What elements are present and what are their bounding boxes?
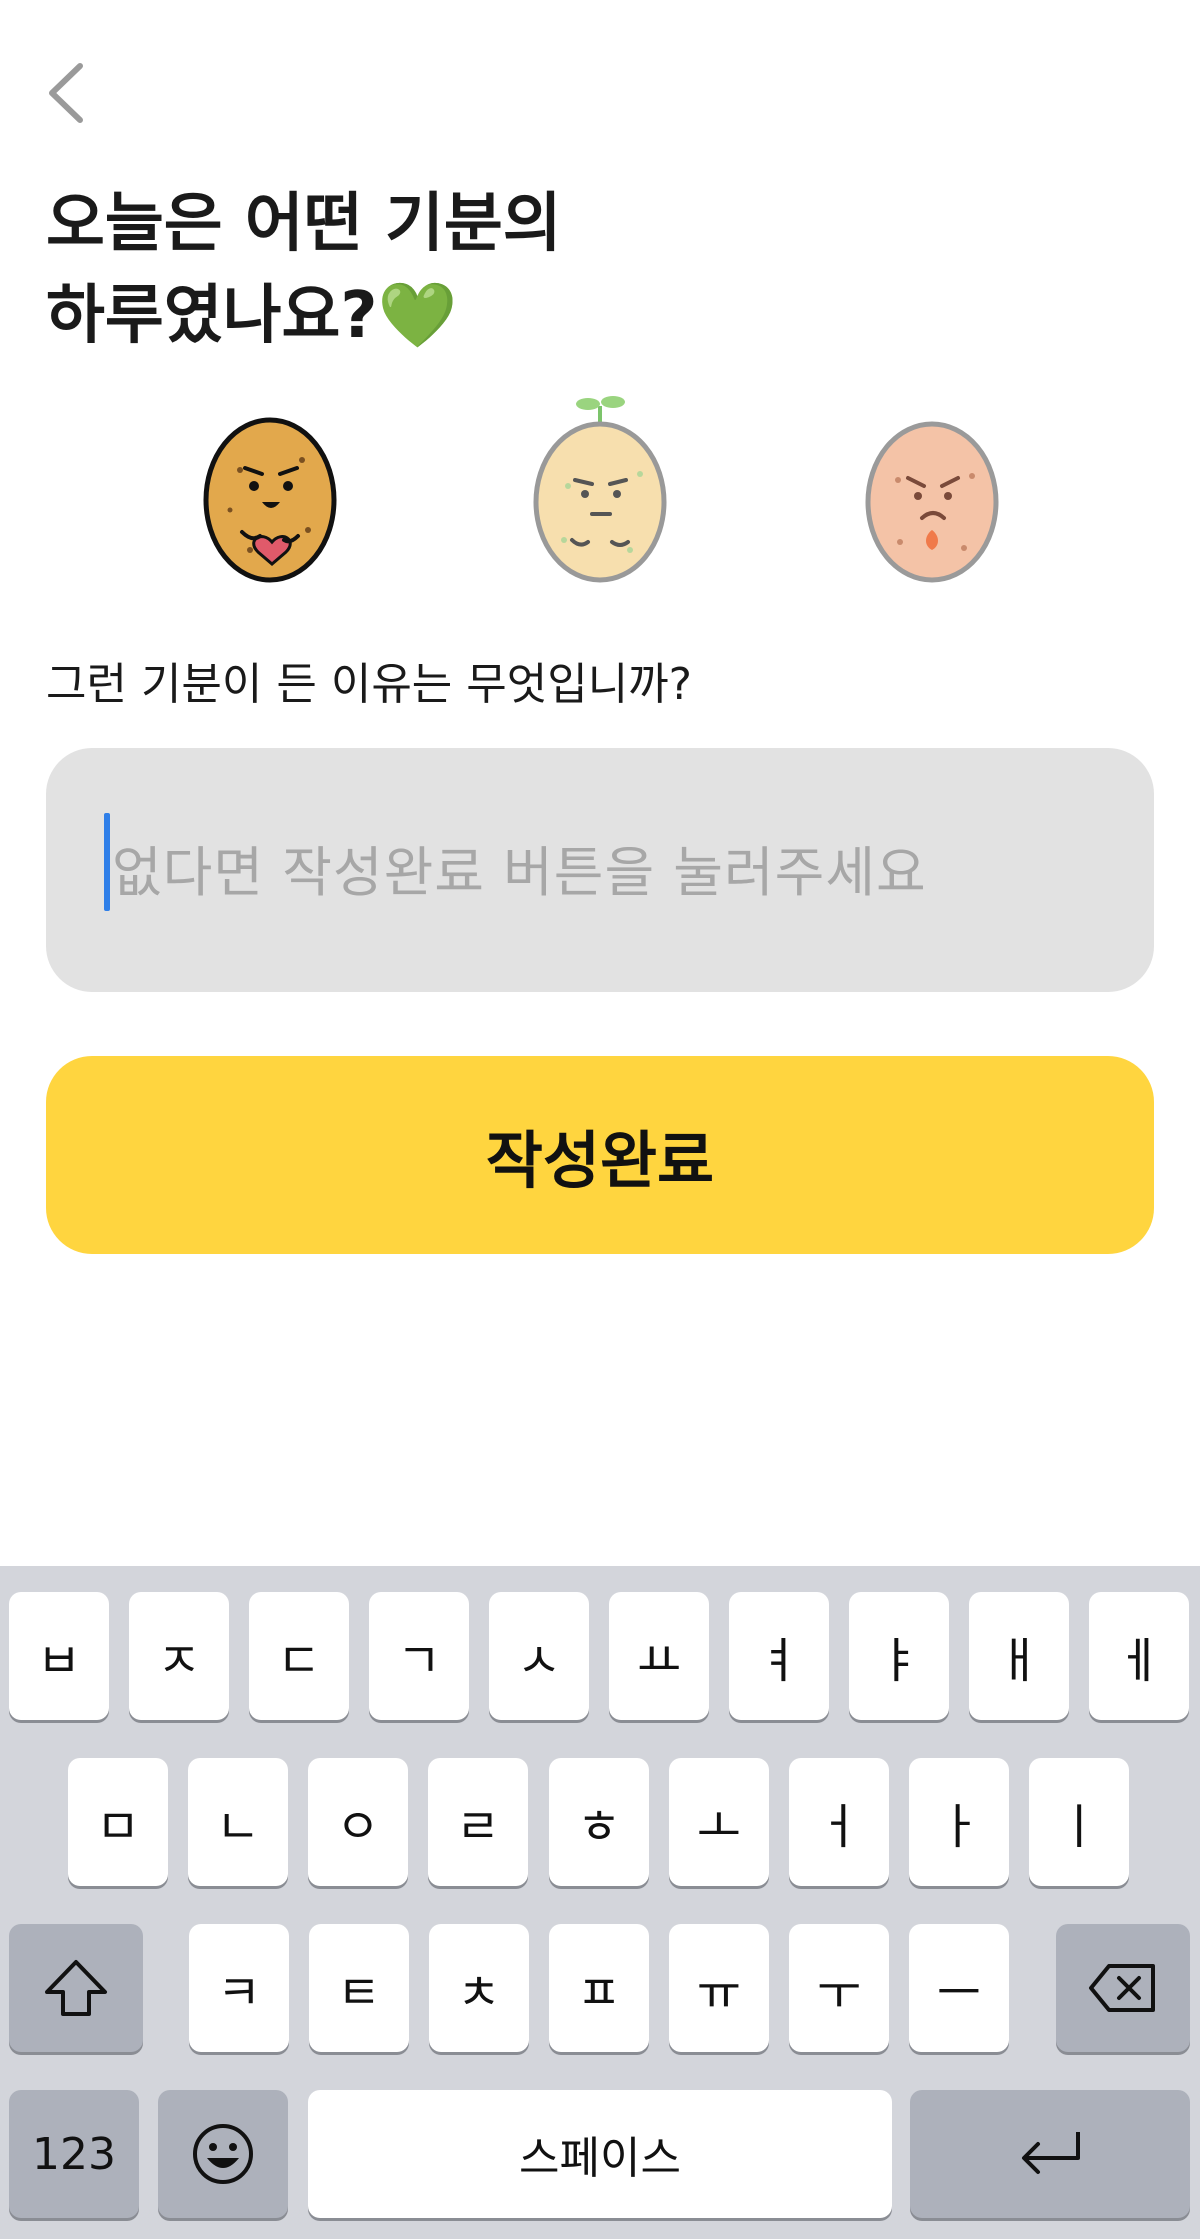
delete-key[interactable]	[1056, 1924, 1190, 2052]
key[interactable]: ㅍ	[549, 1924, 649, 2052]
key[interactable]: ㅅ	[489, 1592, 589, 1720]
mood-happy-option[interactable]	[190, 390, 350, 590]
neutral-potato-icon	[533, 396, 667, 583]
emoji-icon	[193, 2124, 253, 2184]
key[interactable]: ㅊ	[429, 1924, 529, 2052]
keyboard: ㅂ ㅈ ㄷ ㄱ ㅅ ㅛ ㅕ ㅑ ㅐ ㅔ ㅁ ㄴ ㅇ ㄹ ㅎ ㅗ ㅓ ㅏ ㅣ ㅋ …	[0, 1566, 1200, 2239]
space-key[interactable]: 스페이스	[308, 2090, 892, 2218]
title-line-1: 오늘은 어떤 기분의	[46, 187, 562, 261]
return-key[interactable]	[910, 2090, 1190, 2218]
shift-icon	[45, 1960, 107, 2016]
key[interactable]: ㅎ	[549, 1758, 649, 1886]
chevron-left-icon	[49, 63, 83, 123]
key[interactable]: ㅣ	[1029, 1758, 1129, 1886]
mood-neutral-option[interactable]	[520, 390, 680, 590]
shift-key[interactable]	[9, 1924, 143, 2052]
angry-potato-icon	[865, 421, 999, 583]
key[interactable]: ㅜ	[789, 1924, 889, 2052]
submit-button[interactable]: 작성완료	[46, 1056, 1154, 1254]
key[interactable]: ㅂ	[9, 1592, 109, 1720]
key[interactable]: ㅑ	[849, 1592, 949, 1720]
mood-angry-option[interactable]	[852, 390, 1012, 590]
key[interactable]: ㅏ	[909, 1758, 1009, 1886]
key[interactable]: ㄷ	[249, 1592, 349, 1720]
key[interactable]: ㅈ	[129, 1592, 229, 1720]
key[interactable]: ㅛ	[609, 1592, 709, 1720]
backspace-icon	[1089, 1964, 1155, 2012]
key[interactable]: ㅔ	[1089, 1592, 1189, 1720]
page-title: 오늘은 어떤 기분의 하루였나요?💚	[46, 178, 1046, 362]
mood-selector	[0, 390, 1200, 590]
reason-input-placeholder: 없다면 작성완료 버튼을 눌러주세요	[112, 841, 927, 904]
key[interactable]: ㄹ	[428, 1758, 528, 1886]
key[interactable]: ㅠ	[669, 1924, 769, 2052]
key[interactable]: ㅌ	[309, 1924, 409, 2052]
text-cursor	[104, 813, 110, 911]
title-line-2: 하루였나요?	[46, 279, 378, 353]
key[interactable]: ㅇ	[308, 1758, 408, 1886]
key[interactable]: ㅐ	[969, 1592, 1069, 1720]
numbers-key[interactable]: 123	[9, 2090, 139, 2218]
green-heart-icon: 💚	[377, 279, 458, 353]
key[interactable]: ㅁ	[68, 1758, 168, 1886]
key[interactable]: ㅕ	[729, 1592, 829, 1720]
key[interactable]: ㄱ	[369, 1592, 469, 1720]
happy-potato-icon	[203, 417, 337, 583]
reason-question: 그런 기분이 든 이유는 무엇입니까?	[46, 659, 693, 710]
key[interactable]: ㅋ	[189, 1924, 289, 2052]
key[interactable]: ㅡ	[909, 1924, 1009, 2052]
key[interactable]: ㅗ	[669, 1758, 769, 1886]
back-button[interactable]	[40, 58, 100, 128]
return-icon	[1022, 2132, 1080, 2174]
key[interactable]: ㅓ	[789, 1758, 889, 1886]
key[interactable]: ㄴ	[188, 1758, 288, 1886]
emoji-key[interactable]	[158, 2090, 288, 2218]
